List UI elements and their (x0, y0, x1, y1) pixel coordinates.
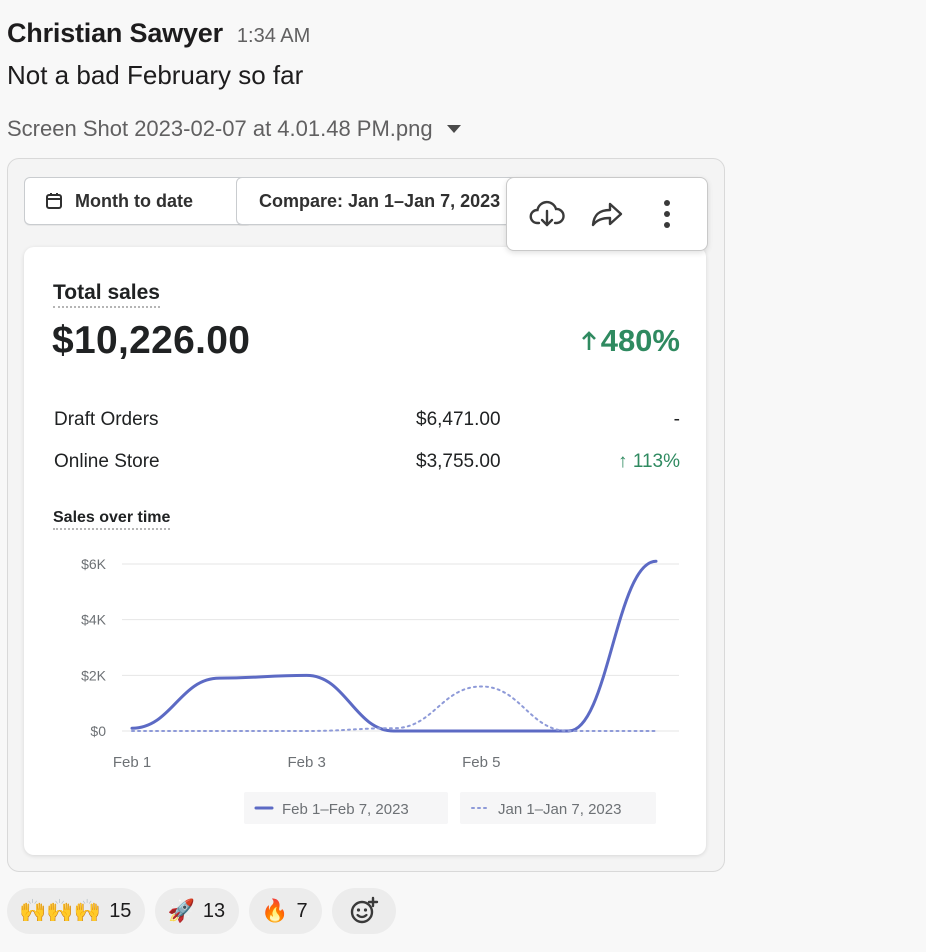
caret-down-icon[interactable] (446, 125, 461, 133)
x-tick-label: Feb 5 (462, 754, 500, 771)
reactions-bar: 🙌🙌🙌 15 🚀 13 🔥 7 (7, 888, 406, 934)
download-button[interactable] (525, 192, 569, 236)
reaction-fire[interactable]: 🔥 7 (249, 888, 322, 934)
add-emoji-icon (350, 896, 378, 924)
add-reaction-button[interactable] (331, 888, 396, 934)
reaction-count: 7 (296, 899, 308, 922)
comparison-period-line (131, 685, 657, 733)
y-tick-label: $2K (81, 667, 107, 683)
rocket-emoji-icon: 🚀 (167, 898, 195, 924)
x-tick-label: Feb 1 (113, 754, 151, 771)
calendar-icon (46, 193, 62, 209)
sales-line-chart: $0 $2K $4K $6K Feb 1 Feb 3 Feb 5 Feb 1–Feb 7, 2… (81, 556, 679, 824)
reaction-count: 13 (202, 899, 226, 922)
reaction-rocket[interactable]: 🚀 13 (155, 888, 240, 934)
share-button[interactable] (585, 192, 629, 236)
y-tick-label: $0 (90, 723, 106, 739)
message-header: Christian Sawyer 1:34 AM (7, 18, 310, 49)
vertical-ellipsis-icon (664, 200, 670, 228)
reaction-count: 15 (109, 899, 132, 922)
file-name-label: Screen Shot 2023-02-07 at 4.01.48 PM.png (7, 116, 433, 141)
compare-button: Compare: Jan 1–Jan 7, 2023 (236, 177, 536, 225)
raised-hands-emoji-icon: 🙌🙌🙌 (19, 898, 102, 924)
sales-card: Total sales $10,226.00 480% Draft Orders… (24, 247, 706, 855)
x-tick-label: Feb 3 (287, 754, 325, 771)
fire-emoji-icon: 🔥 (261, 898, 289, 924)
author-name[interactable]: Christian Sawyer (7, 18, 223, 49)
compare-label: Compare: Jan 1–Jan 7, 2023 (259, 190, 501, 211)
legend-label: Jan 1–Jan 7, 2023 (498, 801, 621, 818)
month-to-date-label: Month to date (75, 190, 193, 211)
image-attachment[interactable]: Month to date Compare: Jan 1–Jan 7, 2023 (7, 158, 725, 872)
message-text: Not a bad February so far (7, 60, 304, 90)
current-period-line (130, 559, 658, 733)
cloud-download-icon (529, 200, 565, 227)
image-toolbar (506, 177, 708, 251)
reaction-raised-hands[interactable]: 🙌🙌🙌 15 (7, 888, 146, 934)
y-tick-label: $4K (81, 612, 107, 628)
legend-label: Feb 1–Feb 7, 2023 (282, 801, 409, 818)
share-arrow-icon (591, 202, 623, 227)
month-to-date-button: Month to date (24, 177, 252, 225)
message-timestamp[interactable]: 1:34 AM (237, 25, 310, 48)
more-actions-button[interactable] (645, 192, 689, 236)
file-attachment-name[interactable]: Screen Shot 2023-02-07 at 4.01.48 PM.png (7, 116, 461, 142)
y-tick-label: $6K (81, 556, 107, 572)
